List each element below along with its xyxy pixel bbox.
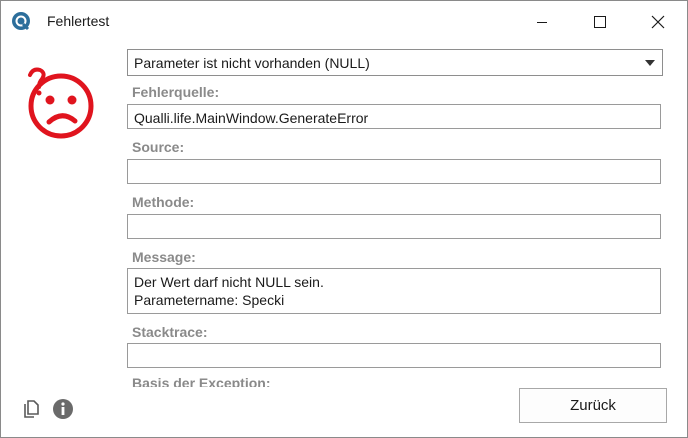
source-label: Source: [132,139,185,155]
error-dialog-window: Fehlertest Parameter ist nicht vorhanden… [0,0,688,438]
minimize-button[interactable] [519,1,565,42]
message-field[interactable]: Der Wert darf nicht NULL sein. Parameter… [127,268,661,314]
copy-icon[interactable] [20,398,42,420]
clipped-field-label: Basis der Exception: [132,377,271,387]
chevron-down-icon[interactable] [645,60,655,66]
info-icon[interactable] [52,398,74,420]
methode-label: Methode: [132,194,195,210]
window-title: Fehlertest [47,13,110,29]
minimize-icon [537,21,547,23]
error-type-select[interactable]: Parameter ist nicht vorhanden (NULL) [127,49,663,76]
methode-field[interactable] [127,214,661,239]
stacktrace-label: Stacktrace: [132,324,208,340]
close-icon [651,15,665,28]
message-label: Message: [132,249,196,265]
fehlerquelle-value: Qualli.life.MainWindow.GenerateError [134,110,369,126]
source-field[interactable] [127,159,661,184]
maximize-button[interactable] [577,1,623,42]
error-type-value: Parameter ist nicht vorhanden (NULL) [134,55,370,71]
fehlerquelle-field[interactable]: Qualli.life.MainWindow.GenerateError [127,104,661,129]
fehlerquelle-label: Fehlerquelle: [132,84,220,100]
back-button[interactable]: Zurück [519,388,667,423]
title-bar[interactable]: Fehlertest [1,1,687,42]
close-button[interactable] [635,1,681,42]
maximize-icon [594,15,606,28]
confused-smiley-icon [28,67,94,139]
message-value: Der Wert darf nicht NULL sein. Parameter… [134,274,324,308]
stacktrace-field[interactable] [127,343,661,368]
scroll-clipped-area: Basis der Exception: [127,377,327,387]
qualli-app-icon [12,12,30,31]
